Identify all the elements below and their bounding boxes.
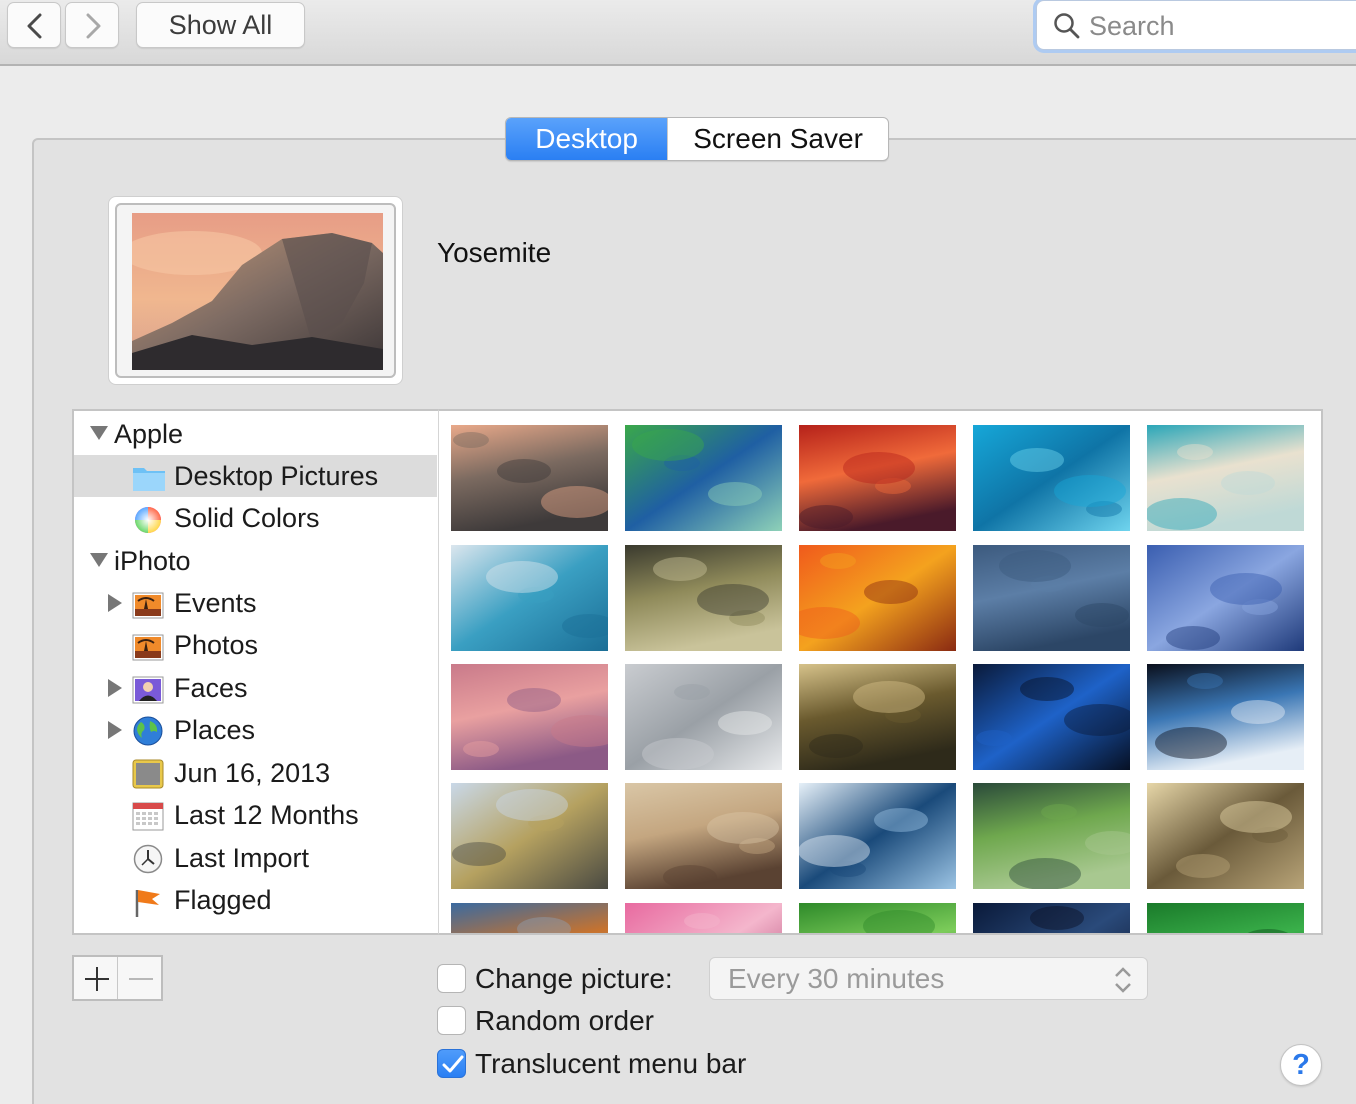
interval-value: Every 30 minutes: [728, 963, 945, 994]
wallpaper-thumbnail[interactable]: [625, 545, 782, 651]
wallpaper-thumbnail[interactable]: [799, 545, 956, 651]
color-wheel-icon: [134, 504, 164, 533]
disclosure-closed-icon[interactable]: [108, 582, 128, 624]
sidebar-item-album[interactable]: Jun 16, 2013: [74, 752, 437, 794]
change-picture-checkbox[interactable]: [437, 964, 466, 993]
translucent-menu-bar-label: Translucent menu bar: [475, 1048, 747, 1079]
random-order-checkbox[interactable]: [437, 1006, 466, 1035]
minus-icon: [129, 978, 154, 980]
add-folder-button[interactable]: [74, 957, 117, 999]
sidebar-item-label: Apple: [114, 419, 184, 449]
wallpaper-thumbnail[interactable]: [973, 425, 1130, 531]
wallpaper-thumbnail[interactable]: [625, 664, 782, 770]
wallpaper-thumbnail[interactable]: [451, 903, 608, 933]
chevron-right-icon: [86, 13, 101, 39]
disclosure-closed-icon[interactable]: [108, 667, 128, 709]
sidebar-item-last-import[interactable]: Last Import: [74, 837, 437, 879]
wallpaper-thumbnail[interactable]: [799, 425, 956, 531]
source-list: Apple Desktop Pictures Solid Colors iPho…: [72, 409, 439, 935]
wallpaper-name: Yosemite: [437, 237, 552, 268]
sidebar-item-photos[interactable]: Photos: [74, 624, 437, 666]
sidebar-item-label: Places: [174, 715, 256, 745]
sidebar-item-faces[interactable]: Faces: [74, 667, 437, 709]
sidebar-group-apple[interactable]: Apple: [74, 413, 437, 455]
wallpaper-thumbnail[interactable]: [1147, 783, 1304, 889]
sidebar-item-flagged[interactable]: Flagged: [74, 879, 437, 921]
sidebar-item-label: Photos: [174, 630, 259, 660]
wallpaper-thumbnail[interactable]: [1147, 545, 1304, 651]
wallpaper-thumbnail[interactable]: [1147, 903, 1304, 933]
tab-bar: Desktop Screen Saver: [505, 117, 889, 161]
search-icon: [1054, 13, 1080, 39]
sidebar-item-label: Last 12 Months: [174, 800, 359, 830]
random-order-label: Random order: [475, 1005, 654, 1036]
wallpaper-thumbnail[interactable]: [625, 425, 782, 531]
sidebar-item-solid-colors[interactable]: Solid Colors: [74, 497, 437, 539]
faces-icon: [132, 674, 164, 704]
wallpaper-grid: [439, 409, 1323, 935]
wallpaper-thumbnail[interactable]: [799, 903, 956, 933]
wallpaper-thumbnail[interactable]: [451, 545, 608, 651]
wallpaper-thumbnail[interactable]: [625, 783, 782, 889]
wallpaper-thumbnail[interactable]: [451, 664, 608, 770]
wallpaper-thumbnail[interactable]: [973, 545, 1130, 651]
photos-icon: [132, 631, 164, 661]
album-icon: [132, 759, 164, 789]
search-input[interactable]: [1089, 9, 1349, 43]
back-button[interactable]: [7, 2, 61, 48]
toolbar: Show All: [0, 0, 1356, 66]
tab-screen-saver[interactable]: Screen Saver: [667, 118, 888, 160]
change-interval-select[interactable]: Every 30 minutes: [709, 957, 1148, 1000]
sidebar-item-places[interactable]: Places: [74, 709, 437, 751]
checkmark-icon: [442, 1055, 464, 1073]
sidebar-item-label: Desktop Pictures: [174, 461, 379, 491]
wallpaper-thumbnail[interactable]: [973, 664, 1130, 770]
change-picture-label: Change picture:: [475, 963, 673, 994]
wallpaper-thumbnail[interactable]: [1147, 664, 1304, 770]
sidebar-item-label: Last Import: [174, 843, 310, 873]
flag-icon: [132, 886, 162, 917]
sidebar-item-label: Flagged: [174, 885, 272, 915]
show-all-button[interactable]: Show All: [136, 2, 305, 48]
sidebar-item-label: Jun 16, 2013: [174, 758, 331, 788]
sidebar-item-label: Events: [174, 588, 257, 618]
wallpaper-thumbnail[interactable]: [1147, 425, 1304, 531]
chevron-left-icon: [27, 13, 42, 39]
sidebar-group-iphoto[interactable]: iPhoto: [74, 540, 437, 582]
updown-arrows-icon: [1115, 967, 1131, 993]
preview-image: [132, 213, 383, 370]
disclosure-open-icon[interactable]: [90, 413, 110, 455]
add-remove-group: [72, 955, 163, 1001]
sidebar-item-label: Faces: [174, 673, 248, 703]
clock-icon: [133, 844, 163, 874]
sidebar-item-label: iPhoto: [114, 546, 191, 576]
disclosure-open-icon[interactable]: [90, 540, 110, 582]
calendar-icon: [132, 801, 164, 831]
wallpaper-thumbnail[interactable]: [973, 903, 1130, 933]
disclosure-closed-icon[interactable]: [108, 709, 128, 751]
wallpaper-thumbnail[interactable]: [799, 664, 956, 770]
sidebar-item-last-12-months[interactable]: Last 12 Months: [74, 794, 437, 836]
wallpaper-preview: [108, 196, 403, 385]
sidebar-item-desktop-pictures[interactable]: Desktop Pictures: [74, 455, 437, 497]
sidebar-item-events[interactable]: Events: [74, 582, 437, 624]
remove-folder-button[interactable]: [117, 957, 161, 999]
tab-desktop[interactable]: Desktop: [506, 118, 668, 160]
globe-icon: [132, 716, 163, 746]
wallpaper-thumbnail[interactable]: [799, 783, 956, 889]
events-icon: [132, 589, 164, 619]
translucent-menu-bar-checkbox[interactable]: [437, 1049, 466, 1078]
wallpaper-thumbnail[interactable]: [451, 783, 608, 889]
plus-icon: [85, 967, 109, 991]
wallpaper-thumbnail[interactable]: [625, 903, 782, 933]
wallpaper-thumbnail[interactable]: [973, 783, 1130, 889]
sidebar-item-label: Solid Colors: [174, 503, 320, 533]
forward-button[interactable]: [65, 2, 119, 48]
wallpaper-thumbnail[interactable]: [451, 425, 608, 531]
search-field[interactable]: [1036, 0, 1356, 50]
folder-icon: [132, 462, 165, 491]
preview-well: [115, 203, 396, 378]
help-button[interactable]: ?: [1280, 1044, 1322, 1086]
